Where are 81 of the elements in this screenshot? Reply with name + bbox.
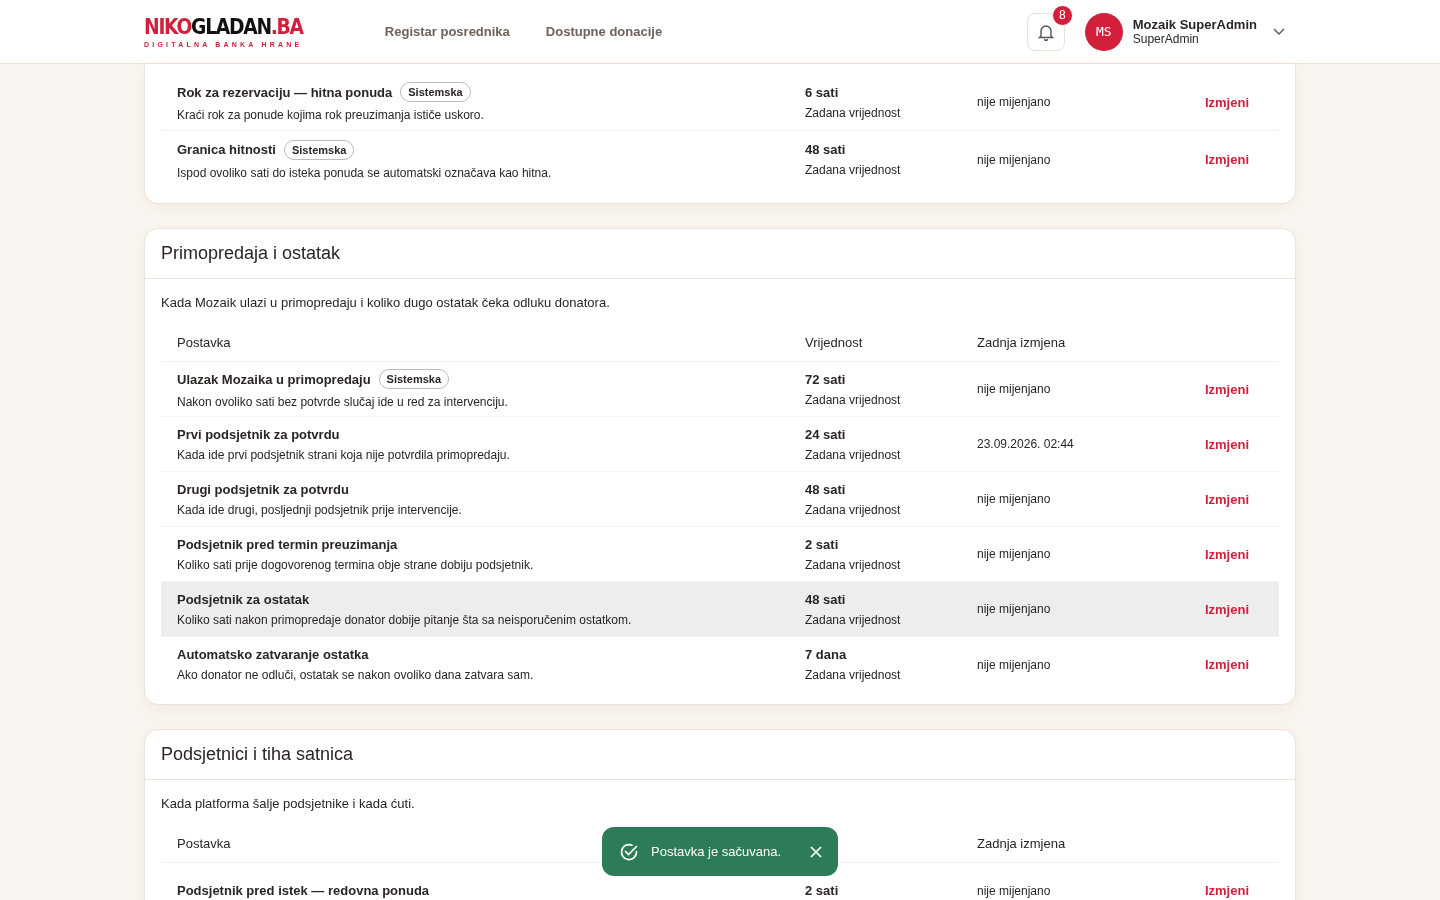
setting-row[interactable]: Rok za rezervaciju — hitna ponuda Sistemska Kraći rok za ponude kojima rok preuzimanja ističe uskoro. 6 sati Zadana vrijednost nije mijenjano Izmjeni [161, 74, 1279, 131]
setting-row[interactable]: Granica hitnosti Sistemska Ispod ovoliko sati do isteka ponuda se automatski označava kao hitna. 48 sati Zadana vrijednost nije mijenjano Izmjeni [161, 131, 1279, 188]
chevron-down-icon[interactable] [1273, 27, 1285, 36]
setting-description: Nakon ovoliko sati bez potvrde slučaj ide u red za intervenciju. [177, 395, 509, 409]
setting-row[interactable]: Ulazak Mozaika u primopredaju Sistemska Nakon ovoliko sati bez potvrde slučaj ide u red za intervenciju. 72 sati Zadana vrijednost nije mijenjano Izmjeni [161, 362, 1279, 417]
setting-row[interactable]: Drugi podsjetnik za potvrdu Kada ide drugi, posljednji podsjetnik prije intervencije. 48 sati Zadana vrijednost nije mijenjano Izmjeni [161, 472, 1279, 527]
last-change: nije mijenjano [977, 152, 1052, 167]
edit-link[interactable]: Izmjeni [1204, 601, 1249, 617]
setting-value: 48 sati [805, 591, 847, 607]
check-circle-icon [619, 841, 639, 862]
last-change: nije mijenjano [977, 602, 1052, 616]
card-description: Kada Mozaik ulazi u primopredaju i koliko dugo ostatak čeka odluku donatora. [161, 295, 611, 310]
setting-name: Podsjetnik pred termin preuzimanja [177, 536, 398, 552]
setting-row[interactable]: Podsjetnik pred istek — redovna ponuda 2 sati nije mijenjano Izmjeni [161, 863, 1279, 900]
column-header: Zadnja izmjena [977, 836, 1066, 851]
setting-name: Automatsko zatvaranje ostatka [177, 647, 369, 662]
last-change: nije mijenjano [977, 382, 1052, 396]
value-note: Zadana vrijednost [805, 392, 902, 407]
column-header: Postavka [177, 836, 231, 851]
setting-value: 24 sati [805, 426, 847, 442]
setting-value: 6 sati [805, 84, 840, 100]
setting-name: Granica hitnosti [177, 142, 276, 157]
nav-link[interactable]: Dostupne donacije [545, 24, 663, 39]
setting-description: Kada ide drugi, posljednji podsjetnik prije intervencije. [177, 502, 463, 517]
close-icon[interactable] [810, 845, 822, 858]
value-note: Zadana vrijednost [805, 502, 902, 517]
value-note: Zadana vrijednost [805, 163, 902, 177]
edit-link[interactable]: Izmjeni [1204, 381, 1249, 397]
card-title: Podsjetnici i tiha satnica [145, 730, 1295, 780]
toast-message: Postavka je sačuvana. [651, 844, 783, 859]
setting-row[interactable]: Prvi podsjetnik za potvrdu Kada ide prvi podsjetnik strani koja nije potvrdila primopredaju. 24 sati Zadana vrijednost 23.09.2026. 02:44 Izmjeni [161, 417, 1279, 472]
value-note: Zadana vrijednost [805, 612, 902, 627]
last-change: nije mijenjano [977, 492, 1052, 506]
last-change: 23.09.2026. 02:44 [977, 437, 1075, 451]
setting-description: Ispod ovoliko sati do isteka ponuda se automatski označava kao hitna. [177, 165, 553, 180]
setting-value: 72 sati [805, 371, 847, 387]
user-role: SuperAdmin [1132, 32, 1200, 46]
setting-name: Ulazak Mozaika u primopredaju [177, 371, 371, 387]
nav-link[interactable]: Registar posrednika [384, 24, 510, 39]
setting-value: 48 sati [805, 481, 847, 497]
setting-row[interactable]: Podsjetnik za ostatak Koliko sati nakon primopredaje donator dobije pitanje šta sa neisporučenim ostatkom. 48 sati Zadana vrijednost nije mijenjano Izmjeni [161, 582, 1279, 637]
last-change: nije mijenjano [977, 883, 1052, 898]
setting-value: 2 sati [805, 883, 840, 898]
column-header: Zadnja izmjena [977, 335, 1066, 350]
setting-name: Rok za rezervaciju — hitna ponuda [177, 84, 393, 100]
setting-value: 48 sati [805, 142, 847, 157]
column-header: Postavka [177, 335, 231, 350]
last-change: nije mijenjano [977, 547, 1052, 561]
setting-name: Podsjetnik pred istek — redovna ponuda [177, 883, 430, 898]
value-note: Zadana vrijednost [805, 105, 902, 120]
column-header: Vrijednost [805, 335, 863, 350]
edit-link[interactable]: Izmjeni [1204, 883, 1249, 898]
edit-link[interactable]: Izmjeni [1204, 657, 1249, 672]
edit-link[interactable]: Izmjeni [1204, 436, 1249, 452]
setting-description: Ako donator ne odluči, ostatak se nakon ovoliko dana zatvara sam. [177, 668, 535, 682]
setting-description: Koliko sati prije dogovorenog termina obje strane dobiju podsjetnik. [177, 557, 535, 572]
value-note: Zadana vrijednost [805, 447, 902, 462]
last-change: nije mijenjano [977, 95, 1052, 109]
card-description: Kada platforma šalje podsjetnike i kada ćuti. [161, 796, 416, 811]
setting-name: Prvi podsjetnik za potvrdu [177, 426, 340, 442]
edit-link[interactable]: Izmjeni [1204, 94, 1249, 110]
last-change: nije mijenjano [977, 657, 1052, 672]
value-note: Zadana vrijednost [805, 557, 902, 572]
setting-name: Drugi podsjetnik za potvrdu [177, 481, 349, 497]
user-avatar[interactable]: MS [1084, 12, 1123, 51]
user-name: Mozaik SuperAdmin [1132, 17, 1257, 32]
setting-description: Koliko sati nakon primopredaje donator dobije pitanje šta sa neisporučenim ostatkom. [177, 612, 633, 627]
edit-link[interactable]: Izmjeni [1204, 491, 1249, 507]
edit-link[interactable]: Izmjeni [1204, 152, 1249, 167]
setting-description: Kada ide prvi podsjetnik strani koja nije potvrdila primopredaju. [177, 447, 511, 462]
setting-name: Podsjetnik za ostatak [177, 591, 310, 607]
edit-link[interactable]: Izmjeni [1204, 546, 1249, 562]
value-note: Zadana vrijednost [805, 668, 902, 682]
setting-description: Kraći rok za ponude kojima rok preuzimanja ističe uskoro. [177, 108, 485, 122]
bell-icon [1037, 22, 1054, 41]
setting-value: 2 sati [805, 536, 840, 552]
notification-count: 8 [1051, 4, 1073, 26]
setting-row[interactable]: Automatsko zatvaranje ostatka Ako donator ne odluči, ostatak se nakon ovoliko dana zatvara sam. 7 dana Zadana vrijednost nije mijenjano Izmjeni [161, 637, 1279, 692]
notifications-button[interactable] [1026, 12, 1065, 51]
setting-value: 7 dana [805, 647, 848, 662]
card-title: Primopredaja i ostatak [145, 229, 1295, 279]
